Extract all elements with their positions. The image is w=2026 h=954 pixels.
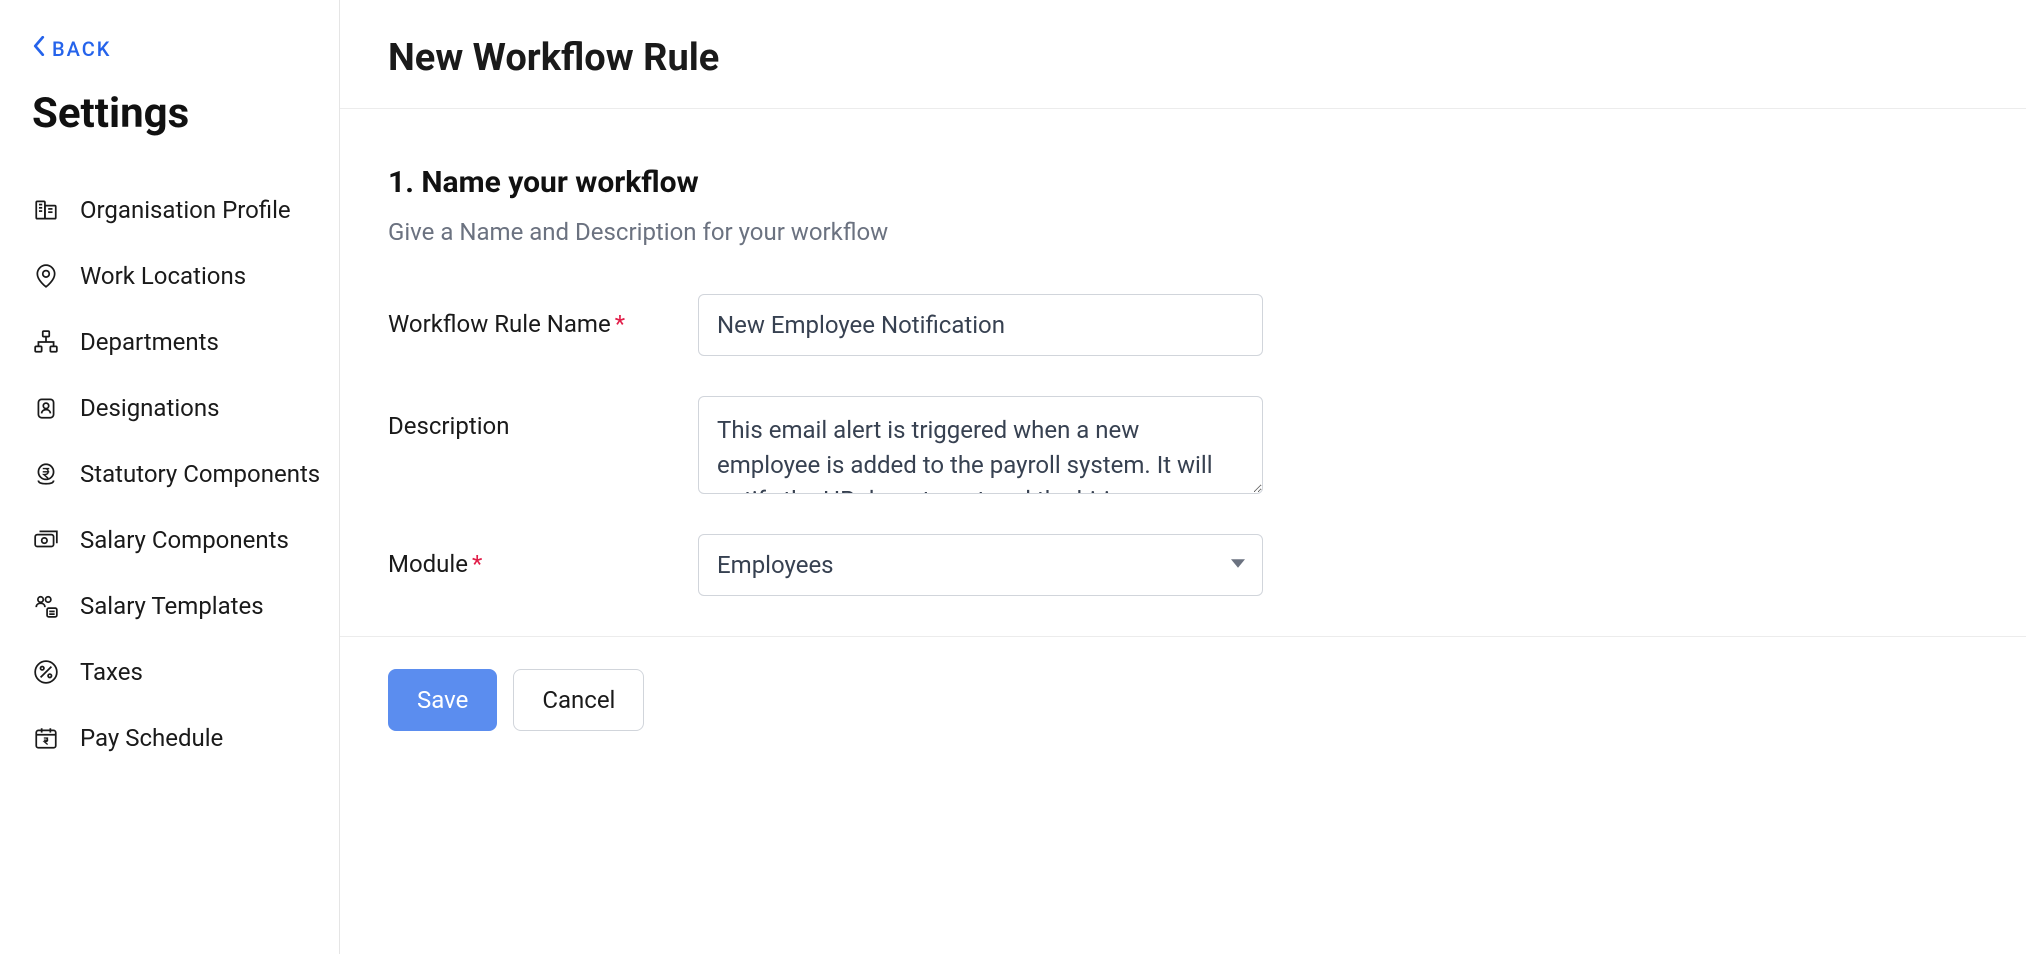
sidebar-item-departments[interactable]: Departments — [32, 310, 339, 374]
workflow-form-section: 1. Name your workflow Give a Name and De… — [340, 109, 2026, 637]
sidebar-item-label: Salary Templates — [80, 592, 264, 620]
main-content: New Workflow Rule 1. Name your workflow … — [340, 0, 2026, 954]
calendar-rupee-icon — [32, 724, 60, 752]
button-row: Save Cancel — [340, 637, 2026, 779]
description-textarea[interactable] — [698, 396, 1263, 494]
module-select[interactable]: Employees — [698, 534, 1263, 596]
section-title: 1. Name your workflow — [388, 165, 1978, 200]
page-title: New Workflow Rule — [388, 36, 1978, 80]
percent-icon — [32, 658, 60, 686]
save-button[interactable]: Save — [388, 669, 497, 731]
form-row-module: Module* Employees — [388, 534, 1978, 596]
sidebar-item-label: Taxes — [80, 658, 143, 686]
settings-sidebar: BACK Settings Organisation Profile Work … — [0, 0, 340, 954]
badge-icon — [32, 394, 60, 422]
sidebar-item-salary-templates[interactable]: Salary Templates — [32, 574, 339, 638]
form-row-description: Description — [388, 396, 1978, 494]
org-chart-icon — [32, 328, 60, 356]
page-header: New Workflow Rule — [340, 0, 2026, 109]
sidebar-item-label: Work Locations — [80, 262, 246, 290]
module-selected-value: Employees — [717, 551, 834, 579]
section-subtitle: Give a Name and Description for your wor… — [388, 218, 1978, 246]
description-label: Description — [388, 396, 698, 440]
sidebar-item-label: Departments — [80, 328, 219, 356]
sidebar-item-label: Organisation Profile — [80, 196, 291, 224]
sidebar-item-label: Designations — [80, 394, 220, 422]
sidebar-item-designations[interactable]: Designations — [32, 376, 339, 440]
sidebar-item-label: Statutory Components — [80, 460, 320, 488]
back-link[interactable]: BACK — [32, 36, 111, 61]
sidebar-item-label: Salary Components — [80, 526, 289, 554]
building-icon — [32, 196, 60, 224]
people-list-icon — [32, 592, 60, 620]
workflow-name-label: Workflow Rule Name* — [388, 294, 698, 338]
sidebar-item-taxes[interactable]: Taxes — [32, 640, 339, 704]
sidebar-item-label: Pay Schedule — [80, 724, 223, 752]
sidebar-title: Settings — [32, 89, 339, 138]
module-label: Module* — [388, 534, 698, 578]
pin-icon — [32, 262, 60, 290]
money-icon — [32, 526, 60, 554]
chevron-left-icon — [32, 36, 46, 61]
sidebar-item-statutory-components[interactable]: Statutory Components — [32, 442, 339, 506]
module-select-wrapper: Employees — [698, 534, 1263, 596]
sidebar-item-work-locations[interactable]: Work Locations — [32, 244, 339, 308]
cancel-button[interactable]: Cancel — [513, 669, 644, 731]
sidebar-item-organisation-profile[interactable]: Organisation Profile — [32, 178, 339, 242]
required-marker: * — [615, 310, 625, 338]
sidebar-item-salary-components[interactable]: Salary Components — [32, 508, 339, 572]
form-row-name: Workflow Rule Name* — [388, 294, 1978, 356]
workflow-name-input[interactable] — [698, 294, 1263, 356]
rupee-stamp-icon — [32, 460, 60, 488]
sidebar-item-pay-schedule[interactable]: Pay Schedule — [32, 706, 339, 770]
back-label: BACK — [52, 37, 111, 61]
sidebar-nav: Organisation Profile Work Locations Depa… — [32, 178, 339, 770]
required-marker: * — [472, 550, 482, 578]
